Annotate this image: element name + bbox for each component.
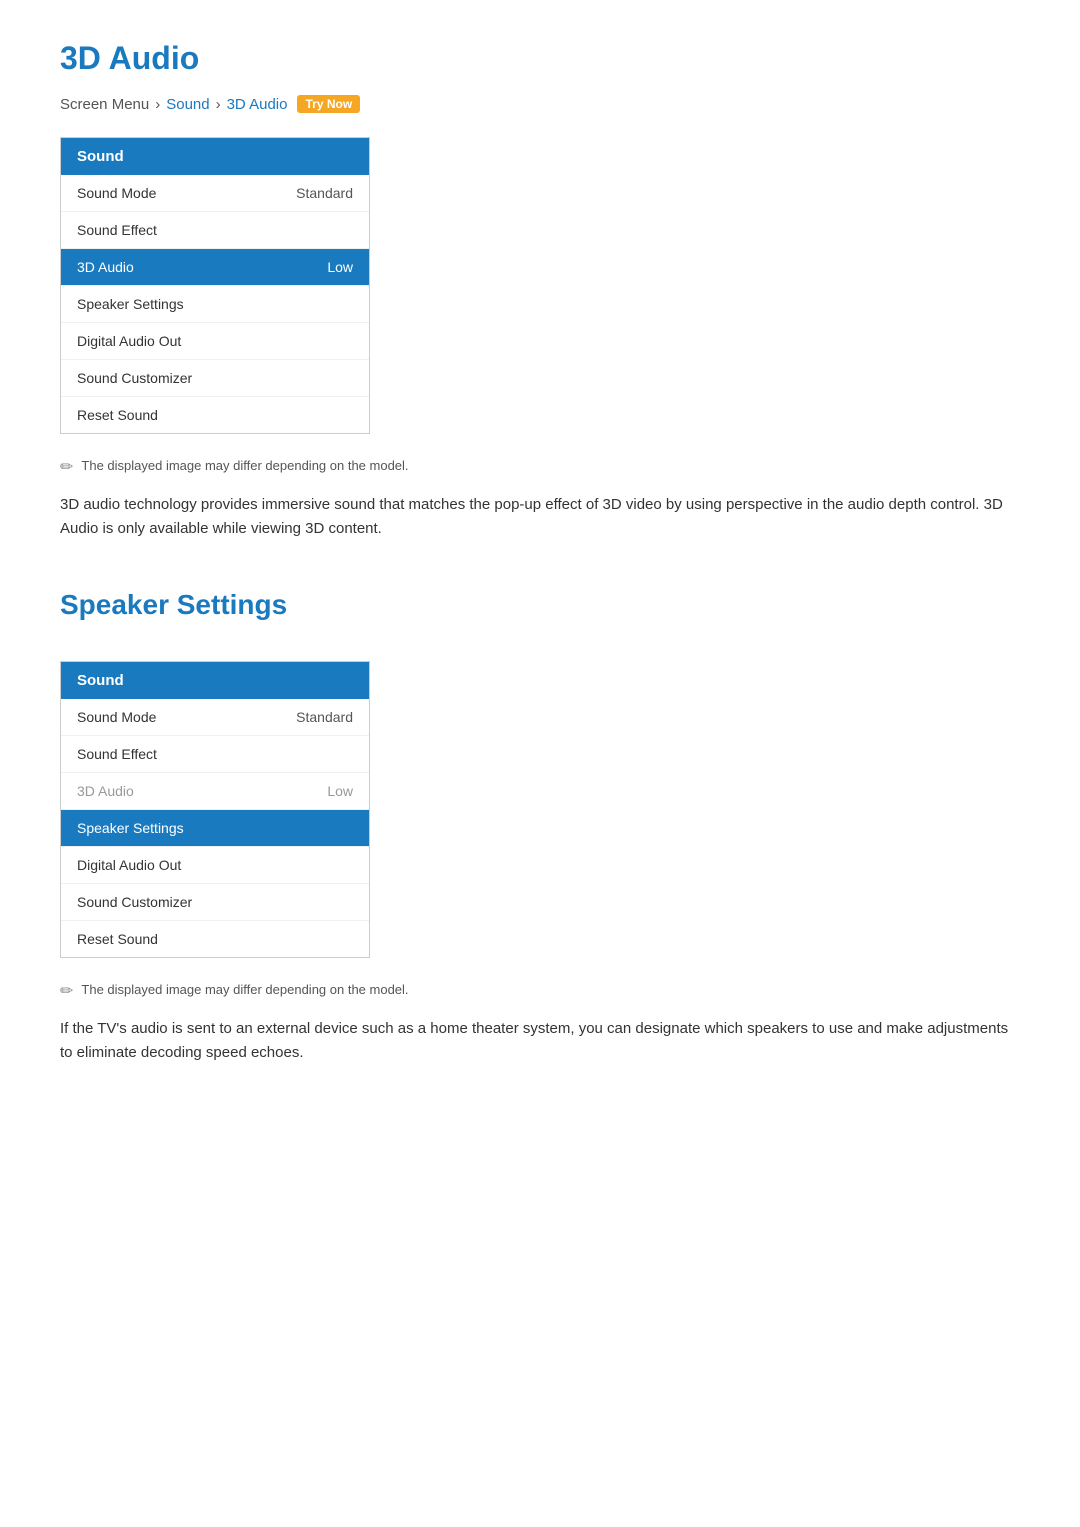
- menu-item-sound-customizer-label-1: Sound Customizer: [77, 370, 192, 386]
- menu-item-sound-effect-label: Sound Effect: [77, 222, 157, 238]
- breadcrumb-separator-1: ›: [155, 96, 160, 113]
- menu-item-reset-sound-1[interactable]: Reset Sound: [61, 397, 369, 433]
- breadcrumb: Screen Menu › Sound › 3D Audio Try Now: [60, 95, 1020, 113]
- pencil-icon-1: ✏: [60, 457, 73, 477]
- note-text-2: The displayed image may differ depending…: [81, 982, 408, 997]
- breadcrumb-screen-menu: Screen Menu: [60, 96, 149, 113]
- menu-header-1: Sound: [61, 138, 369, 175]
- page-title: 3D Audio: [60, 40, 1020, 77]
- menu-item-sound-effect-2[interactable]: Sound Effect: [61, 736, 369, 773]
- menu-item-3d-audio-label-2: 3D Audio: [77, 783, 134, 799]
- menu-item-3d-audio[interactable]: 3D Audio Low: [61, 249, 369, 286]
- note-line-2: ✏ The displayed image may differ dependi…: [60, 982, 1020, 1001]
- menu-item-sound-mode-value: Standard: [296, 185, 353, 201]
- pencil-icon-2: ✏: [60, 981, 73, 1001]
- menu-item-speaker-settings-label-2: Speaker Settings: [77, 820, 184, 836]
- menu-item-3d-audio-2[interactable]: 3D Audio Low: [61, 773, 369, 810]
- menu-panel-2: Sound Sound Mode Standard Sound Effect 3…: [60, 661, 370, 958]
- menu-item-reset-sound-2[interactable]: Reset Sound: [61, 921, 369, 957]
- description-speaker-settings: If the TV's audio is sent to an external…: [60, 1017, 1020, 1065]
- try-now-badge[interactable]: Try Now: [297, 95, 360, 113]
- note-text-1: The displayed image may differ depending…: [81, 458, 408, 473]
- menu-item-speaker-settings-1[interactable]: Speaker Settings: [61, 286, 369, 323]
- menu-item-digital-audio-out-1[interactable]: Digital Audio Out: [61, 323, 369, 360]
- menu-item-sound-mode-value-2: Standard: [296, 709, 353, 725]
- menu-item-sound-customizer-2[interactable]: Sound Customizer: [61, 884, 369, 921]
- menu-item-3d-audio-value-2: Low: [327, 783, 353, 799]
- menu-item-speaker-settings-label-1: Speaker Settings: [77, 296, 184, 312]
- menu-item-digital-audio-out-label-2: Digital Audio Out: [77, 857, 181, 873]
- menu-item-digital-audio-out-label-1: Digital Audio Out: [77, 333, 181, 349]
- menu-item-sound-effect[interactable]: Sound Effect: [61, 212, 369, 249]
- description-3d-audio: 3D audio technology provides immersive s…: [60, 493, 1020, 541]
- menu-item-sound-mode-label-2: Sound Mode: [77, 709, 156, 725]
- section-speaker-settings-title: Speaker Settings: [60, 589, 1020, 621]
- menu-item-sound-customizer-label-2: Sound Customizer: [77, 894, 192, 910]
- menu-header-2: Sound: [61, 662, 369, 699]
- note-line-1: ✏ The displayed image may differ dependi…: [60, 458, 1020, 477]
- menu-item-sound-customizer-1[interactable]: Sound Customizer: [61, 360, 369, 397]
- breadcrumb-3d-audio-link[interactable]: 3D Audio: [227, 96, 288, 113]
- menu-item-3d-audio-value: Low: [327, 259, 353, 275]
- breadcrumb-separator-2: ›: [216, 96, 221, 113]
- menu-item-speaker-settings-2[interactable]: Speaker Settings: [61, 810, 369, 847]
- breadcrumb-sound-link[interactable]: Sound: [166, 96, 209, 113]
- menu-item-reset-sound-label-2: Reset Sound: [77, 931, 158, 947]
- menu-item-reset-sound-label-1: Reset Sound: [77, 407, 158, 423]
- menu-item-sound-effect-label-2: Sound Effect: [77, 746, 157, 762]
- menu-item-sound-mode[interactable]: Sound Mode Standard: [61, 175, 369, 212]
- menu-item-digital-audio-out-2[interactable]: Digital Audio Out: [61, 847, 369, 884]
- menu-panel-1: Sound Sound Mode Standard Sound Effect 3…: [60, 137, 370, 434]
- menu-item-sound-mode-2[interactable]: Sound Mode Standard: [61, 699, 369, 736]
- menu-item-sound-mode-label: Sound Mode: [77, 185, 156, 201]
- menu-item-3d-audio-label: 3D Audio: [77, 259, 134, 275]
